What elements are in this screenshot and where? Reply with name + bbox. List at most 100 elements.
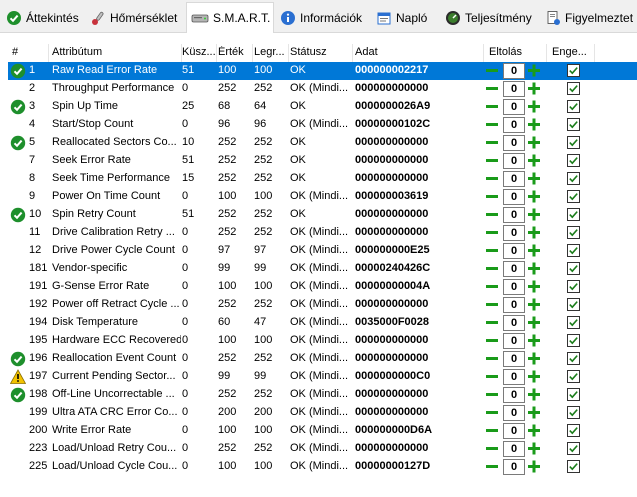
enabled-checkbox[interactable]	[567, 424, 580, 437]
table-row[interactable]: 8 Seek Time Performance 15 252 252 OK 00000000…	[8, 170, 637, 188]
tab-log[interactable]: Napló	[372, 4, 434, 31]
decrease-offset-button[interactable]	[485, 351, 499, 366]
offset-value[interactable]: 0	[503, 153, 525, 169]
table-row[interactable]: 181 Vendor-specific 0 99 99 OK (Mindi... 00000…	[8, 260, 637, 278]
table-row[interactable]: 12 Drive Power Cycle Count 0 97 97 OK (Mindi.…	[8, 242, 637, 260]
decrease-offset-button[interactable]	[485, 171, 499, 186]
offset-value[interactable]: 0	[503, 351, 525, 367]
offset-value[interactable]: 0	[503, 315, 525, 331]
increase-offset-button[interactable]	[527, 189, 541, 204]
increase-offset-button[interactable]	[527, 153, 541, 168]
table-row[interactable]: 200 Write Error Rate 0 100 100 OK (Mindi... 00…	[8, 422, 637, 440]
enabled-checkbox[interactable]	[567, 280, 580, 293]
increase-offset-button[interactable]	[527, 405, 541, 420]
offset-value[interactable]: 0	[503, 261, 525, 277]
enabled-checkbox[interactable]	[567, 388, 580, 401]
offset-value[interactable]: 0	[503, 387, 525, 403]
increase-offset-button[interactable]	[527, 279, 541, 294]
enabled-checkbox[interactable]	[567, 298, 580, 311]
increase-offset-button[interactable]	[527, 333, 541, 348]
increase-offset-button[interactable]	[527, 225, 541, 240]
offset-value[interactable]: 0	[503, 459, 525, 475]
header-num[interactable]: #	[12, 46, 18, 58]
table-row[interactable]: 195 Hardware ECC Recovered 0 100 100 OK (Mind…	[8, 332, 637, 350]
offset-value[interactable]: 0	[503, 117, 525, 133]
decrease-offset-button[interactable]	[485, 99, 499, 114]
decrease-offset-button[interactable]	[485, 279, 499, 294]
enabled-checkbox[interactable]	[567, 352, 580, 365]
table-row[interactable]: 10 Spin Retry Count 51 252 252 OK 000000000000…	[8, 206, 637, 224]
header-worst[interactable]: Legr...	[254, 46, 288, 58]
table-row[interactable]: 3 Spin Up Time 25 68 64 OK 0000000026A9 0	[8, 98, 637, 116]
table-row[interactable]: 7 Seek Error Rate 51 252 252 OK 000000000000 0	[8, 152, 637, 170]
header-threshold[interactable]: Küsz...	[182, 46, 216, 58]
offset-value[interactable]: 0	[503, 189, 525, 205]
offset-value[interactable]: 0	[503, 81, 525, 97]
offset-value[interactable]: 0	[503, 243, 525, 259]
offset-value[interactable]: 0	[503, 63, 525, 79]
offset-value[interactable]: 0	[503, 207, 525, 223]
enabled-checkbox[interactable]	[567, 208, 580, 221]
enabled-checkbox[interactable]	[567, 370, 580, 383]
enabled-checkbox[interactable]	[567, 172, 580, 185]
table-row[interactable]: 11 Drive Calibration Retry ... 0 252 252 OK (…	[8, 224, 637, 242]
decrease-offset-button[interactable]	[485, 153, 499, 168]
decrease-offset-button[interactable]	[485, 207, 499, 222]
decrease-offset-button[interactable]	[485, 243, 499, 258]
increase-offset-button[interactable]	[527, 171, 541, 186]
header-enabled[interactable]: Enge...	[552, 46, 592, 58]
decrease-offset-button[interactable]	[485, 261, 499, 276]
decrease-offset-button[interactable]	[485, 441, 499, 456]
table-row[interactable]: 9 Power On Time Count 0 100 100 OK (Mindi... 0…	[8, 188, 637, 206]
enabled-checkbox[interactable]	[567, 334, 580, 347]
tab-performance[interactable]: Teljesítmény	[441, 4, 537, 31]
enabled-checkbox[interactable]	[567, 100, 580, 113]
increase-offset-button[interactable]	[527, 243, 541, 258]
decrease-offset-button[interactable]	[485, 297, 499, 312]
offset-value[interactable]: 0	[503, 423, 525, 439]
table-row[interactable]: 199 Ultra ATA CRC Error Co... 0 200 200 OK (M…	[8, 404, 637, 422]
enabled-checkbox[interactable]	[567, 262, 580, 275]
increase-offset-button[interactable]	[527, 441, 541, 456]
increase-offset-button[interactable]	[527, 261, 541, 276]
offset-value[interactable]: 0	[503, 171, 525, 187]
tab-alerts[interactable]: Figyelmeztet	[541, 4, 637, 31]
increase-offset-button[interactable]	[527, 81, 541, 96]
offset-value[interactable]: 0	[503, 441, 525, 457]
decrease-offset-button[interactable]	[485, 423, 499, 438]
enabled-checkbox[interactable]	[567, 64, 580, 77]
decrease-offset-button[interactable]	[485, 117, 499, 132]
decrease-offset-button[interactable]	[485, 135, 499, 150]
enabled-checkbox[interactable]	[567, 460, 580, 473]
decrease-offset-button[interactable]	[485, 387, 499, 402]
increase-offset-button[interactable]	[527, 351, 541, 366]
enabled-checkbox[interactable]	[567, 190, 580, 203]
offset-value[interactable]: 0	[503, 333, 525, 349]
increase-offset-button[interactable]	[527, 459, 541, 474]
table-row[interactable]: 194 Disk Temperature 0 60 47 OK (Mindi... 0035…	[8, 314, 637, 332]
enabled-checkbox[interactable]	[567, 82, 580, 95]
decrease-offset-button[interactable]	[485, 459, 499, 474]
increase-offset-button[interactable]	[527, 369, 541, 384]
increase-offset-button[interactable]	[527, 387, 541, 402]
decrease-offset-button[interactable]	[485, 81, 499, 96]
enabled-checkbox[interactable]	[567, 442, 580, 455]
decrease-offset-button[interactable]	[485, 369, 499, 384]
offset-value[interactable]: 0	[503, 99, 525, 115]
table-row[interactable]: 2 Throughput Performance 0 252 252 OK (Mindi.…	[8, 80, 637, 98]
offset-value[interactable]: 0	[503, 135, 525, 151]
enabled-checkbox[interactable]	[567, 118, 580, 131]
increase-offset-button[interactable]	[527, 297, 541, 312]
tab-smart[interactable]: S.M.A.R.T.	[186, 2, 274, 33]
enabled-checkbox[interactable]	[567, 136, 580, 149]
table-row[interactable]: 1 Raw Read Error Rate 51 100 100 OK 0000000022…	[8, 62, 637, 80]
decrease-offset-button[interactable]	[485, 333, 499, 348]
increase-offset-button[interactable]	[527, 117, 541, 132]
header-attribute[interactable]: Attribútum	[52, 46, 180, 58]
tab-overview[interactable]: Áttekintés	[2, 4, 82, 31]
increase-offset-button[interactable]	[527, 207, 541, 222]
increase-offset-button[interactable]	[527, 63, 541, 78]
table-row[interactable]: 197 Current Pending Sector... 0 99 99 OK (Min…	[8, 368, 637, 386]
offset-value[interactable]: 0	[503, 297, 525, 313]
increase-offset-button[interactable]	[527, 99, 541, 114]
